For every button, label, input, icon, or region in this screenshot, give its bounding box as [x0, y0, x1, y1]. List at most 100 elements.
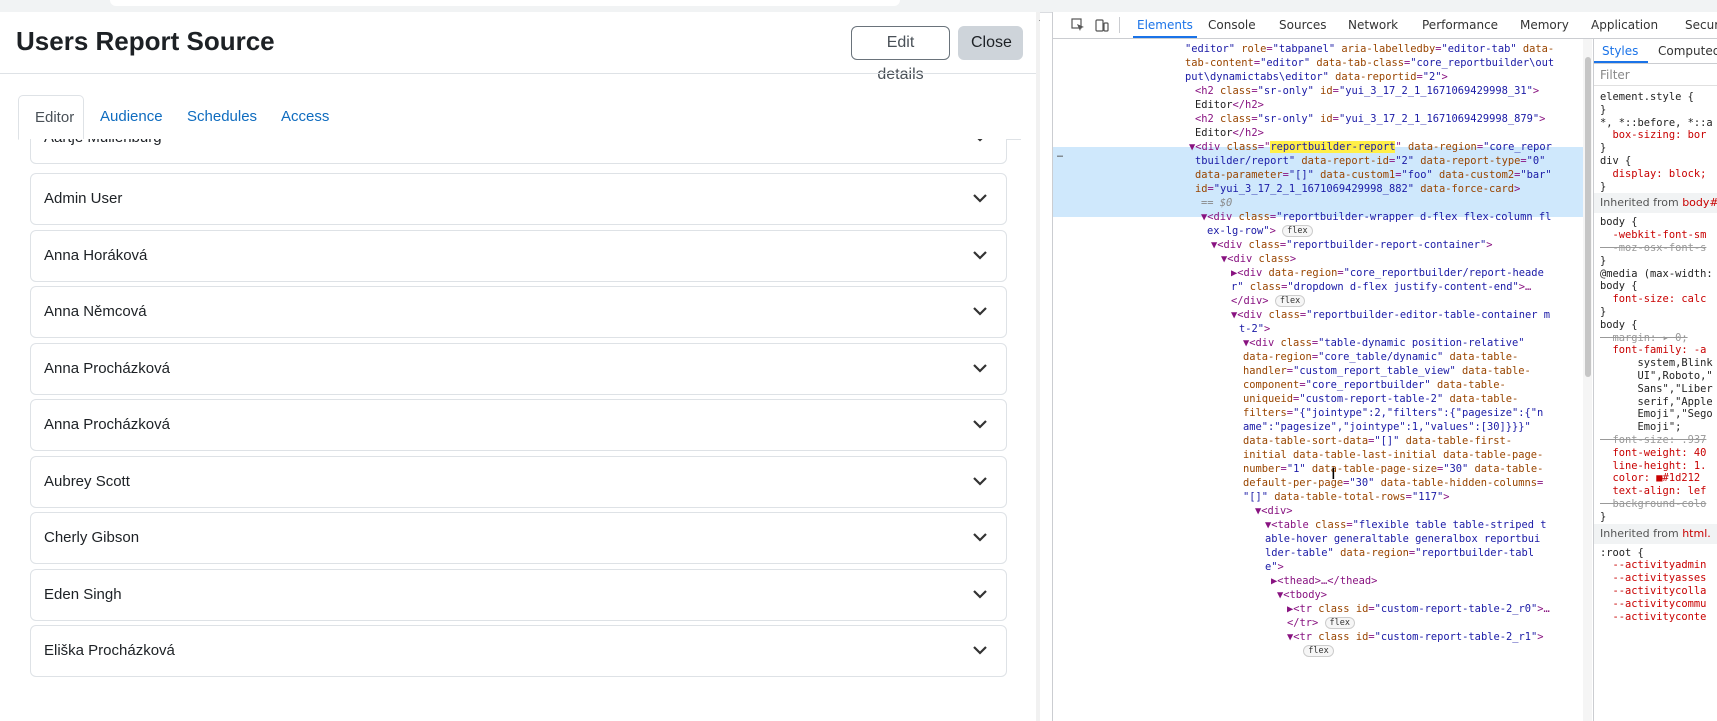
- dom-node-line[interactable]: ▼<div class="reportbuilder-report" data-…: [1053, 140, 1592, 154]
- css-property[interactable]: --activityconte: [1600, 611, 1717, 624]
- flex-badge[interactable]: flex: [1303, 645, 1334, 657]
- user-card[interactable]: Anna Procházková: [30, 343, 1007, 395]
- user-card[interactable]: Aubrey Scott: [30, 456, 1007, 508]
- css-property[interactable]: display: block;: [1600, 168, 1717, 181]
- css-property[interactable]: -moz-osx-font-s: [1600, 242, 1717, 255]
- user-card[interactable]: Anna Horáková: [30, 230, 1007, 282]
- css-selector[interactable]: @media (max-width:: [1600, 268, 1717, 281]
- dom-node-line[interactable]: t-2">: [1053, 322, 1592, 336]
- dom-node-line[interactable]: tab-content="editor" data-tab-class="cor…: [1053, 56, 1592, 70]
- css-selector[interactable]: :root {: [1600, 547, 1717, 560]
- inspect-element-icon[interactable]: [1071, 18, 1085, 32]
- tab-audience[interactable]: Audience: [84, 95, 184, 139]
- css-property[interactable]: --activityadmin: [1600, 559, 1717, 572]
- chevron-down-icon[interactable]: [972, 139, 988, 143]
- dom-node-line[interactable]: <h2 class="sr-only" id="yui_3_17_2_1_167…: [1053, 112, 1592, 126]
- dom-node-line[interactable]: ▼<div class="table-dynamic position-rela…: [1053, 336, 1592, 350]
- dom-node-line[interactable]: uniqueid="custom-report-table-2" data-ta…: [1053, 392, 1592, 406]
- dom-node-line[interactable]: tbuilder/report" data-report-id="2" data…: [1053, 154, 1592, 168]
- dom-node-line[interactable]: ex-lg-row"> flex: [1053, 224, 1592, 238]
- css-property[interactable]: font-size: calc: [1600, 293, 1717, 306]
- css-selector[interactable]: *, *::before, *::a: [1600, 117, 1717, 130]
- css-property[interactable]: color: ■#1d212: [1600, 472, 1717, 485]
- dom-node-line[interactable]: ▶<div data-region="core_reportbuilder/re…: [1053, 266, 1592, 280]
- devtools-tab-sources[interactable]: Sources: [1279, 12, 1326, 38]
- dom-node-line[interactable]: handler="custom_report_table_view" data-…: [1053, 364, 1592, 378]
- dom-node-line[interactable]: ▶<thead>…</thead>: [1053, 574, 1592, 588]
- css-property[interactable]: font-family: -a: [1600, 344, 1717, 357]
- devtools-tab-security[interactable]: Security: [1685, 12, 1717, 38]
- dom-node-line[interactable]: component="core_reportbuilder" data-tabl…: [1053, 378, 1592, 392]
- user-card[interactable]: Eliška Procházková: [30, 625, 1007, 677]
- dom-node-line[interactable]: Editor</h2>: [1053, 126, 1592, 140]
- css-property[interactable]: font-size: .937: [1600, 434, 1717, 447]
- dom-node-line[interactable]: ▶<tr class id="custom-report-table-2_r0"…: [1053, 602, 1592, 616]
- chevron-down-icon[interactable]: [972, 531, 988, 543]
- css-property[interactable]: --activityasses: [1600, 572, 1717, 585]
- css-selector[interactable]: div {: [1600, 155, 1717, 168]
- chevron-down-icon[interactable]: [972, 588, 988, 600]
- css-selector[interactable]: body {: [1600, 319, 1717, 332]
- user-card[interactable]: Admin User: [30, 173, 1007, 225]
- css-property[interactable]: background-colo: [1600, 498, 1717, 511]
- address-bar[interactable]: [110, 0, 900, 6]
- chevron-down-icon[interactable]: [972, 249, 988, 261]
- user-card[interactable]: Eden Singh: [30, 569, 1007, 621]
- chevron-down-icon[interactable]: [972, 418, 988, 430]
- edit-details-button[interactable]: Edit details: [851, 26, 950, 83]
- css-property[interactable]: --activitycolla: [1600, 585, 1717, 598]
- dom-node-line[interactable]: default-per-page = "30" data-table-hidden-…: [1053, 476, 1592, 490]
- user-card[interactable]: Anna Němcová: [30, 286, 1007, 338]
- dom-node-line[interactable]: data-parameter="[]" data-custom1="foo" d…: [1053, 168, 1592, 182]
- devtools-tab-application[interactable]: Application: [1591, 12, 1658, 38]
- dom-node-line[interactable]: initial data-table-last-initial data-tab…: [1053, 448, 1592, 462]
- dom-node-line[interactable]: data-table-sort-data="[]" data-table-fir…: [1053, 434, 1592, 448]
- dom-node-line[interactable]: flex: [1053, 644, 1592, 658]
- dom-node-line[interactable]: put\dynamictabs\editor" data-reportid="2…: [1053, 70, 1592, 84]
- user-card[interactable]: Anna Procházková: [30, 399, 1007, 451]
- css-property[interactable]: box-sizing: bor: [1600, 129, 1717, 142]
- dom-node-line[interactable]: </tr> flex: [1053, 616, 1592, 630]
- chevron-down-icon[interactable]: [972, 192, 988, 204]
- dom-node-line[interactable]: ame":"pagesize","jointype":1,"values":[3…: [1053, 420, 1592, 434]
- dom-node-line[interactable]: e">: [1053, 560, 1592, 574]
- dom-node-line[interactable]: Editor</h2>: [1053, 98, 1592, 112]
- inherited-selector[interactable]: html.: [1682, 527, 1711, 540]
- dom-node-line[interactable]: id="yui_3_17_2_1_1671069429998_882" data…: [1053, 182, 1592, 196]
- css-property[interactable]: line-height: 1.: [1600, 460, 1717, 473]
- dom-node-line[interactable]: ▼<div class="reportbuilder-wrapper d-fle…: [1053, 210, 1592, 224]
- flex-badge[interactable]: flex: [1274, 295, 1306, 307]
- tab-access[interactable]: Access: [265, 95, 355, 139]
- css-selector[interactable]: body {: [1600, 280, 1717, 293]
- user-card[interactable]: Aartje Muilenburg: [30, 139, 1007, 164]
- dom-node-line[interactable]: ▼<tbody>: [1053, 588, 1592, 602]
- devtools-tab-console[interactable]: Console: [1208, 12, 1256, 38]
- css-property[interactable]: --activitycommu: [1600, 598, 1717, 611]
- dom-node-line[interactable]: ▼<tr class id="custom-report-table-2_r1"…: [1053, 630, 1592, 644]
- styles-filter-input[interactable]: Filter: [1594, 64, 1717, 86]
- inherited-selector[interactable]: body#: [1682, 196, 1717, 209]
- css-property[interactable]: margin: ▸ 0;: [1600, 332, 1717, 345]
- dom-node-line[interactable]: <h2 class="sr-only" id="yui_3_17_2_1_167…: [1053, 84, 1592, 98]
- close-button[interactable]: Close: [958, 26, 1023, 60]
- user-card[interactable]: Cherly Gibson: [30, 512, 1007, 564]
- dom-node-line[interactable]: ▼<table class="flexible table table-stri…: [1053, 518, 1592, 532]
- dom-node-line[interactable]: "editor" role="tabpanel" aria-labelledby…: [1053, 42, 1592, 56]
- device-toolbar-icon[interactable]: [1095, 18, 1109, 32]
- dom-node-line[interactable]: ▼<div>: [1053, 504, 1592, 518]
- chevron-down-icon[interactable]: [972, 644, 988, 656]
- tab-editor[interactable]: Editor: [18, 95, 84, 140]
- flex-badge[interactable]: flex: [1324, 617, 1356, 629]
- devtools-tab-performance[interactable]: Performance: [1422, 12, 1498, 38]
- dom-node-line[interactable]: able-hover generaltable generalbox repor…: [1053, 532, 1592, 546]
- chevron-down-icon[interactable]: [972, 475, 988, 487]
- chevron-down-icon[interactable]: [972, 362, 988, 374]
- chevron-down-icon[interactable]: [972, 305, 988, 317]
- devtools-tab-memory[interactable]: Memory: [1520, 12, 1569, 38]
- dom-node-line[interactable]: ▼<div class="reportbuilder-editor-table-…: [1053, 308, 1592, 322]
- dom-node-line[interactable]: filters="{"jointype":2,"filters":{"pages…: [1053, 406, 1592, 420]
- css-property[interactable]: -webkit-font-sm: [1600, 229, 1717, 242]
- dom-node-line[interactable]: data-region="core_table/dynamic" data-ta…: [1053, 350, 1592, 364]
- dom-node-line[interactable]: r" class="dropdown d-flex justify-conten…: [1053, 280, 1592, 294]
- elements-scrollbar-thumb[interactable]: [1585, 57, 1591, 377]
